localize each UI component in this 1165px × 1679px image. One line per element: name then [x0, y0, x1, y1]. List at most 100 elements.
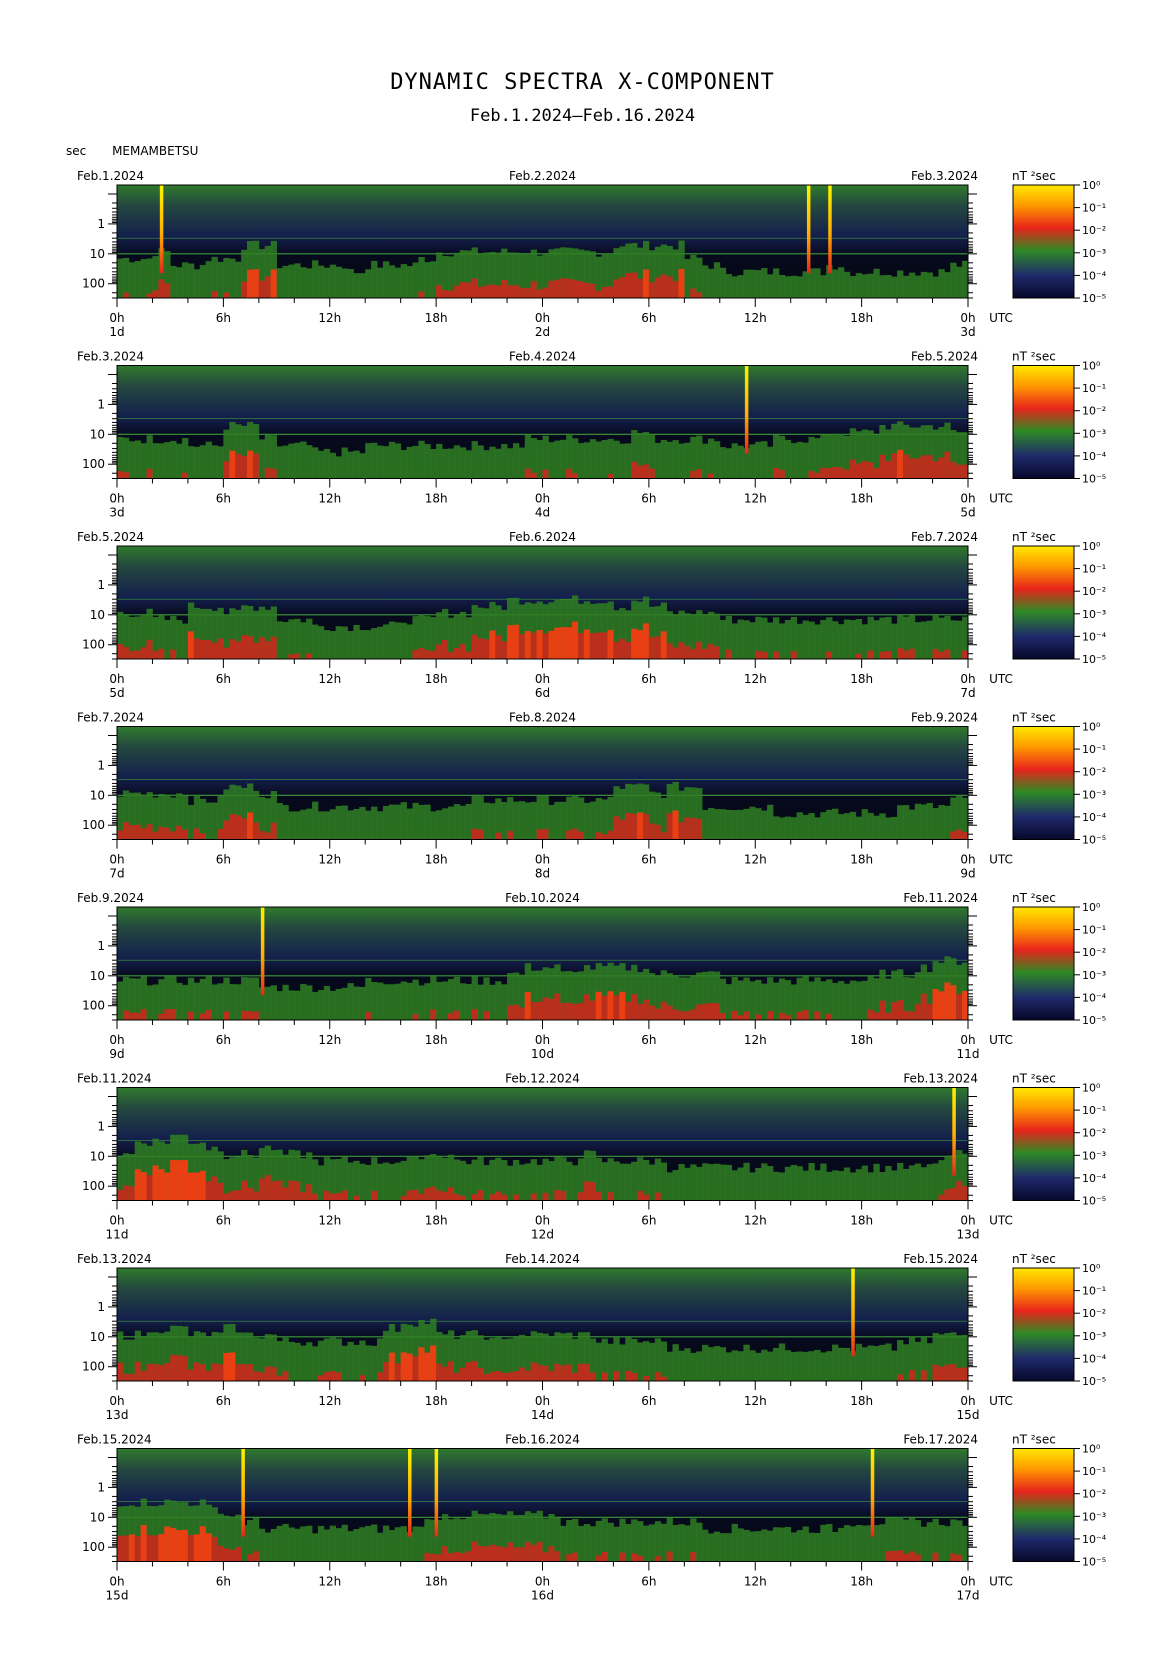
high-power-column — [560, 627, 567, 659]
power-column — [861, 1347, 868, 1381]
x-tick-label: 12h — [318, 311, 341, 325]
x-tick-label: 0h — [535, 311, 550, 325]
high-power-column — [495, 285, 502, 298]
x-tick-label: 12h — [318, 492, 341, 506]
spectrogram-panel: 1 10 100 0h 6h 12h 18h 0h 6h 12h 18h 0h UTC 3d 4d 5d Feb… — [77, 350, 1107, 520]
power-column — [767, 446, 774, 479]
high-power-column — [672, 281, 679, 298]
power-column — [193, 446, 201, 479]
power-column — [755, 979, 762, 1020]
high-power-column — [530, 632, 537, 659]
power-column — [802, 1351, 809, 1381]
power-column — [879, 813, 886, 840]
power-column — [678, 1164, 685, 1201]
high-power-column — [666, 276, 673, 298]
high-power-column — [666, 813, 673, 840]
power-column — [560, 439, 567, 479]
power-column — [826, 1351, 833, 1381]
high-power-column — [589, 283, 597, 298]
power-column — [371, 628, 378, 659]
power-column — [329, 264, 337, 298]
power-column — [932, 1163, 939, 1201]
power-column — [767, 1530, 774, 1562]
power-column — [317, 1525, 325, 1562]
high-power-column — [447, 1013, 455, 1020]
high-power-column — [170, 831, 177, 840]
power-column — [442, 448, 449, 479]
power-column — [359, 630, 366, 659]
high-power-column — [317, 1375, 325, 1381]
high-power-column — [684, 1011, 691, 1020]
high-power-column — [430, 1186, 437, 1201]
y-tick-label: 10 — [90, 1510, 105, 1524]
power-column — [784, 1350, 792, 1381]
power-column — [211, 984, 218, 1020]
high-power-column — [950, 1553, 957, 1562]
power-column — [294, 1342, 301, 1381]
power-column — [122, 257, 130, 298]
power-column — [837, 1171, 845, 1201]
high-power-column — [577, 1002, 585, 1020]
power-column — [666, 441, 673, 479]
spike-mark — [870, 1448, 875, 1537]
power-column — [855, 1343, 863, 1381]
power-column — [477, 984, 484, 1020]
high-power-column — [471, 1194, 478, 1201]
high-power-column — [572, 828, 579, 840]
colorbar-tick-label: 10⁻⁵ — [1082, 1556, 1106, 1569]
power-column — [347, 983, 354, 1020]
spike-mark — [260, 907, 265, 996]
colorbar-tick-label: 10⁻² — [1082, 224, 1106, 237]
power-column — [388, 984, 396, 1020]
power-column — [749, 622, 756, 659]
power-column — [276, 268, 283, 298]
high-power-column — [436, 1363, 443, 1381]
power-column — [843, 271, 851, 298]
power-column — [873, 1163, 880, 1201]
high-power-column — [637, 1555, 644, 1562]
y-tick-label: 100 — [82, 277, 105, 291]
power-column — [412, 979, 419, 1020]
high-power-column — [956, 994, 963, 1020]
x-tick-label: 0h — [960, 1033, 975, 1047]
power-column — [164, 442, 171, 479]
power-column — [749, 444, 756, 479]
power-column — [654, 1521, 662, 1562]
high-power-column — [477, 1368, 484, 1381]
power-column — [932, 276, 939, 298]
power-column — [335, 1528, 342, 1562]
power-column — [725, 1352, 733, 1381]
power-column — [808, 621, 815, 659]
power-column — [560, 1525, 567, 1562]
high-power-column — [637, 630, 644, 659]
power-column — [501, 802, 508, 840]
high-power-column — [501, 641, 508, 659]
power-column — [678, 1350, 685, 1381]
x-tick-label: 18h — [850, 311, 873, 325]
power-column — [406, 982, 413, 1020]
high-power-column — [359, 1375, 366, 1381]
high-power-column — [187, 1369, 195, 1381]
power-column — [891, 816, 898, 840]
high-power-column — [583, 994, 591, 1020]
power-column — [489, 984, 496, 1020]
power-column — [861, 1165, 868, 1201]
power-column — [436, 810, 443, 840]
high-power-column — [388, 1352, 396, 1381]
high-power-column — [619, 991, 626, 1020]
power-column — [938, 805, 945, 840]
power-column — [879, 1172, 886, 1201]
power-column — [619, 443, 626, 479]
power-unit-label: nT ²sec — [1012, 1252, 1056, 1266]
high-power-column — [117, 1189, 124, 1201]
high-power-column — [542, 633, 549, 659]
power-column — [755, 1352, 762, 1381]
high-power-column — [235, 1364, 242, 1381]
high-power-column — [690, 1009, 697, 1020]
power-column — [837, 267, 845, 298]
power-column — [778, 1172, 786, 1201]
power-column — [637, 1342, 644, 1381]
high-power-column — [938, 651, 945, 659]
high-power-column — [642, 464, 650, 479]
power-column — [914, 275, 922, 298]
